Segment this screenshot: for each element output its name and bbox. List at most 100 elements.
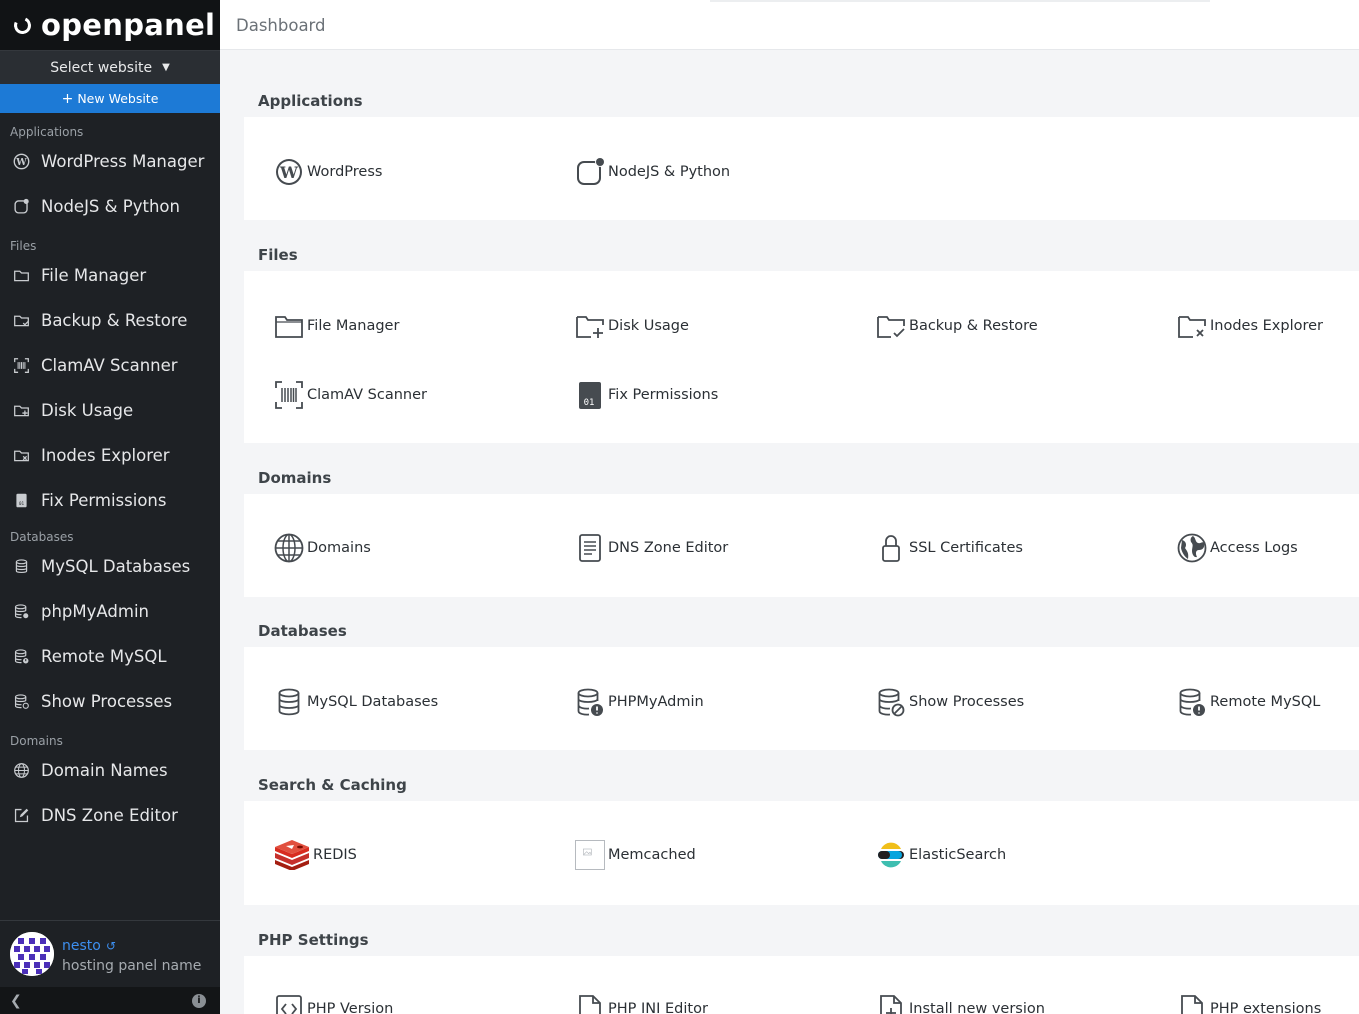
tile-label: Domains xyxy=(307,540,371,556)
sidebar-item-inodes-explorer[interactable]: Inodes Explorer xyxy=(0,433,220,478)
select-website-label: Select website xyxy=(50,59,153,76)
new-website-label: New Website xyxy=(77,91,159,106)
sidebar-item-clamav-scanner[interactable]: ClamAV Scanner xyxy=(0,343,220,388)
brand-logo[interactable]: openpanel xyxy=(0,0,220,50)
new-website-button[interactable]: + New Website xyxy=(0,84,220,113)
tile-memcached[interactable]: Memcached xyxy=(575,840,696,870)
tile-domains[interactable]: Domains xyxy=(274,533,371,563)
header-divider xyxy=(710,0,1210,2)
user-name-row[interactable]: nesto ↺ xyxy=(62,935,201,954)
card-title: Domains xyxy=(244,461,1359,494)
tile-nodejs-python[interactable]: NodeJS & Python xyxy=(575,157,730,187)
tile-wordpress[interactable]: W WordPress xyxy=(274,157,382,187)
tile-label: PHP Version xyxy=(307,1001,394,1014)
tile-elasticsearch[interactable]: ElasticSearch xyxy=(876,840,1006,870)
nav-section-databases: Databases xyxy=(10,530,74,544)
svg-text:W: W xyxy=(15,157,27,168)
tile-label: PHP extensions xyxy=(1210,1001,1322,1014)
tile-show-processes[interactable]: Show Processes xyxy=(876,687,1024,717)
card-title: Applications xyxy=(244,84,1359,117)
binary-file-icon: 01 xyxy=(12,492,30,510)
tile-redis[interactable]: REDIS xyxy=(274,840,357,870)
folder-icon xyxy=(12,267,30,285)
tile-php-version[interactable]: PHP Version xyxy=(274,994,393,1014)
chevron-down-icon: ▼ xyxy=(162,62,170,73)
sidebar-item-label: DNS Zone Editor xyxy=(41,806,178,825)
database-icon xyxy=(274,687,304,717)
sidebar-item-label: Backup & Restore xyxy=(41,311,188,330)
sidebar-item-label: phpMyAdmin xyxy=(41,602,149,621)
tile-label: Backup & Restore xyxy=(909,318,1038,334)
database-gear-icon xyxy=(12,603,30,621)
collapse-sidebar-icon[interactable]: ❮ xyxy=(10,993,22,1009)
redis-icon xyxy=(274,840,310,870)
tile-inodes-explorer[interactable]: Inodes Explorer xyxy=(1177,311,1323,341)
sidebar-item-label: Disk Usage xyxy=(41,401,134,420)
user-name[interactable]: nesto xyxy=(62,938,101,954)
tile-mysql-databases[interactable]: MySQL Databases xyxy=(274,687,438,717)
memcached-icon xyxy=(575,840,605,870)
sidebar-item-mysql-databases[interactable]: MySQL Databases xyxy=(0,544,220,589)
sidebar-item-label: WordPress Manager xyxy=(41,152,205,171)
sidebar-item-backup-restore[interactable]: Backup & Restore xyxy=(0,298,220,343)
select-website-dropdown[interactable]: Select website ▼ xyxy=(0,50,220,84)
tile-clamav-scanner[interactable]: ClamAV Scanner xyxy=(274,380,427,410)
sidebar-item-remote-mysql[interactable]: Remote MySQL xyxy=(0,634,220,679)
sidebar-item-phpmyadmin[interactable]: phpMyAdmin xyxy=(0,589,220,634)
tile-disk-usage[interactable]: Disk Usage xyxy=(575,311,689,341)
card-php-settings: PHP Settings PHP Version PHP INI Editor … xyxy=(244,923,1359,1014)
database-alert-icon xyxy=(12,648,30,666)
wordpress-icon: W xyxy=(12,153,30,171)
card-files: Files File Manager Disk Usage Backup & R… xyxy=(244,238,1359,443)
avatar xyxy=(10,932,54,976)
sidebar-item-wordpress-manager[interactable]: W WordPress Manager xyxy=(0,139,220,184)
tile-label: Inodes Explorer xyxy=(1210,318,1323,334)
file-icon xyxy=(575,994,605,1014)
info-icon[interactable]: i xyxy=(192,993,206,1008)
sidebar-item-dns-zone-editor[interactable]: DNS Zone Editor xyxy=(0,793,220,838)
tile-fix-permissions[interactable]: 01 Fix Permissions xyxy=(575,380,718,410)
tile-remote-mysql[interactable]: Remote MySQL xyxy=(1177,687,1320,717)
sidebar-item-disk-usage[interactable]: Disk Usage xyxy=(0,388,220,433)
svg-text:W: W xyxy=(279,163,299,182)
sidebar-item-nodejs-python[interactable]: NodeJS & Python xyxy=(0,184,220,229)
tile-install-new-version[interactable]: Install new version xyxy=(876,994,1045,1014)
tile-dns-zone-editor[interactable]: DNS Zone Editor xyxy=(575,533,728,563)
brand-name: openpanel xyxy=(41,8,216,42)
sidebar-item-fix-permissions[interactable]: 01 Fix Permissions xyxy=(0,478,220,523)
sidebar-item-label: Domain Names xyxy=(41,761,168,780)
nav-section-files: Files xyxy=(10,239,37,253)
tile-phpmyadmin[interactable]: PHPMyAdmin xyxy=(575,687,704,717)
sidebar-item-file-manager[interactable]: File Manager xyxy=(0,253,220,298)
svg-text:01: 01 xyxy=(584,398,595,408)
sidebar-item-label: MySQL Databases xyxy=(41,557,191,576)
wordpress-icon: W xyxy=(274,157,304,187)
tile-label: Access Logs xyxy=(1210,540,1298,556)
elasticsearch-icon xyxy=(876,840,906,870)
tile-access-logs[interactable]: Access Logs xyxy=(1177,533,1298,563)
edit-icon xyxy=(12,807,30,825)
tile-file-manager[interactable]: File Manager xyxy=(274,311,399,341)
tile-label: Show Processes xyxy=(909,694,1025,710)
card-title: PHP Settings xyxy=(244,923,1359,956)
tile-php-ini-editor[interactable]: PHP INI Editor xyxy=(575,994,708,1014)
user-profile[interactable]: nesto ↺ hosting panel name xyxy=(0,920,220,987)
tile-label: MySQL Databases xyxy=(307,694,439,710)
logout-icon[interactable]: ↺ xyxy=(106,939,116,953)
database-block-icon xyxy=(876,687,906,717)
folder-check-icon xyxy=(12,312,30,330)
sidebar-item-domain-names[interactable]: Domain Names xyxy=(0,748,220,793)
tile-label: File Manager xyxy=(307,318,400,334)
tile-label: DNS Zone Editor xyxy=(608,540,729,556)
nav-section-domains: Domains xyxy=(10,734,63,748)
sidebar-item-show-processes[interactable]: Show Processes xyxy=(0,679,220,724)
tile-label: ClamAV Scanner xyxy=(307,387,428,403)
tile-php-extensions[interactable]: PHP extensions xyxy=(1177,994,1321,1014)
folder-plus-icon xyxy=(575,311,605,341)
tile-label: SSL Certificates xyxy=(909,540,1023,556)
plus-icon: + xyxy=(61,90,74,107)
folder-x-icon xyxy=(1177,311,1207,341)
tile-backup-restore[interactable]: Backup & Restore xyxy=(876,311,1038,341)
tile-ssl-certificates[interactable]: SSL Certificates xyxy=(876,533,1023,563)
sidebar-item-label: NodeJS & Python xyxy=(41,197,180,216)
